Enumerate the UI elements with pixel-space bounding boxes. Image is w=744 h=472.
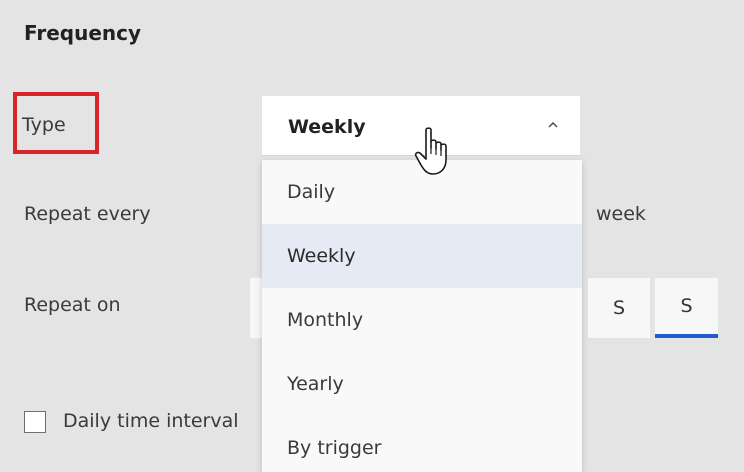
repeat-every-label: Repeat every — [24, 203, 151, 225]
chevron-up-icon — [548, 122, 558, 128]
section-title: Frequency — [24, 21, 142, 45]
daily-time-interval-checkbox[interactable] — [24, 411, 46, 433]
option-by-trigger[interactable]: By trigger — [262, 416, 582, 472]
hand-pointer-icon — [414, 127, 447, 175]
option-monthly[interactable]: Monthly — [262, 288, 582, 352]
type-label-highlight — [13, 92, 99, 154]
option-weekly[interactable]: Weekly — [262, 224, 582, 288]
day-button-saturday[interactable]: S — [588, 278, 650, 338]
option-yearly[interactable]: Yearly — [262, 352, 582, 416]
repeat-on-label: Repeat on — [24, 294, 121, 316]
daily-time-interval-label[interactable]: Daily time interval — [63, 410, 239, 432]
type-select-value: Weekly — [288, 116, 366, 138]
day-button-sunday[interactable]: S — [655, 278, 718, 338]
type-dropdown-menu: Daily Weekly Monthly Yearly By trigger — [262, 160, 582, 472]
repeat-unit-label: week — [596, 203, 646, 225]
day-button-partial[interactable] — [250, 278, 262, 338]
